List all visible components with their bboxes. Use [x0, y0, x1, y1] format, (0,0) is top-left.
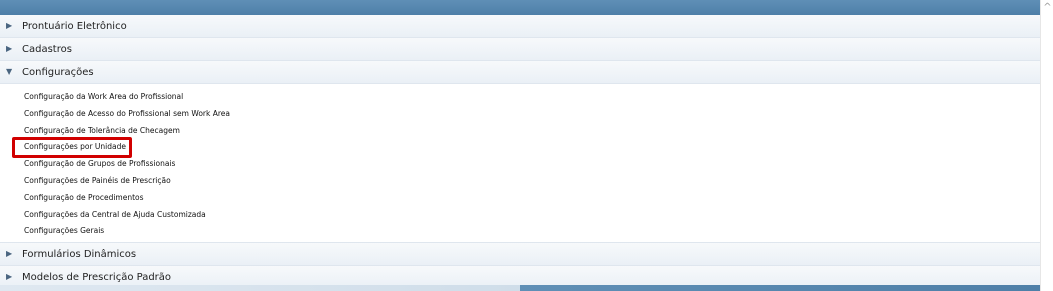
highlight-box: Configurações por Unidade: [12, 137, 132, 158]
triangle-right-icon: ▶: [6, 21, 13, 30]
menu-item-grupos-profissionais[interactable]: Configuração de Grupos de Profissionais: [0, 156, 1040, 173]
section-label: Formulários Dinâmicos: [22, 248, 137, 260]
triangle-down-icon: ▼: [6, 67, 13, 76]
triangle-right-icon: ▶: [6, 44, 13, 53]
section-label: Prontuário Eletrônico: [22, 20, 127, 32]
chevron-up-icon[interactable]: ^: [1043, 3, 1052, 13]
section-label: Configurações: [22, 66, 94, 78]
section-cadastros[interactable]: ▶ Cadastros: [0, 38, 1040, 61]
menu-item-configuracoes-gerais[interactable]: Configurações Gerais: [0, 223, 1040, 240]
section-formularios-dinamicos[interactable]: ▶ Formulários Dinâmicos: [0, 243, 1040, 267]
triangle-right-icon: ▶: [6, 272, 13, 282]
bottom-bar: [0, 285, 1040, 291]
accordion-menu: ▶ Prontuário Eletrônico ▶ Cadastros ▼ Co…: [0, 15, 1040, 290]
top-bar: [0, 0, 1040, 15]
section-label: Cadastros: [22, 43, 72, 55]
menu-item-central-ajuda[interactable]: Configurações da Central de Ajuda Custom…: [0, 207, 1040, 224]
menu-item-work-area-profissional[interactable]: Configuração da Work Area do Profissiona…: [0, 89, 1040, 106]
section-configuracoes[interactable]: ▼ Configurações: [0, 61, 1040, 84]
section-prontuario-eletronico[interactable]: ▶ Prontuário Eletrônico: [0, 15, 1040, 38]
menu-item-acesso-sem-work-area[interactable]: Configuração de Acesso do Profissional s…: [0, 106, 1040, 123]
configuracoes-items: Configuração da Work Area do Profissiona…: [0, 84, 1040, 244]
section-label: Modelos de Prescrição Padrão: [22, 271, 172, 283]
vertical-scrollbar[interactable]: ^: [1040, 0, 1053, 291]
menu-item-tolerancia-checagem[interactable]: Configuração de Tolerância de Checagem: [0, 123, 1040, 140]
menu-item-paineis-prescricao[interactable]: Configurações de Painéis de Prescrição: [0, 173, 1040, 190]
menu-item-configuracoes-por-unidade[interactable]: Configurações por Unidade: [0, 137, 1040, 158]
menu-item-procedimentos[interactable]: Configuração de Procedimentos: [0, 190, 1040, 207]
triangle-right-icon: ▶: [6, 249, 13, 259]
